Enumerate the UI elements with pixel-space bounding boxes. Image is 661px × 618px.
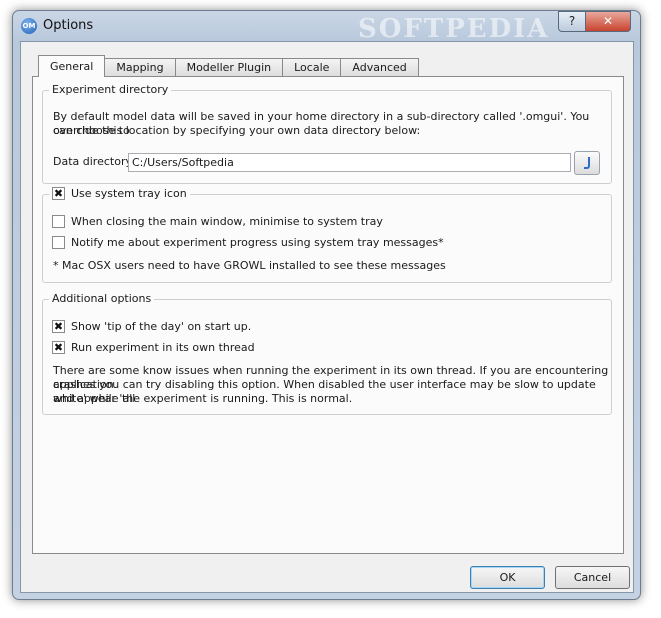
experiment-directory-description-2: override this location by specifying you… (53, 124, 421, 137)
tab-locale[interactable]: Locale (282, 58, 342, 77)
use-system-tray-label: Use system tray icon (71, 187, 187, 200)
run-in-own-thread-check-icon: ✖ (52, 341, 65, 354)
additional-options-legend: Additional options (49, 292, 155, 305)
tip-of-the-day-check-icon: ✖ (52, 320, 65, 333)
ok-button[interactable]: OK (470, 566, 545, 589)
growl-footnote: * Mac OSX users need to have GROWL insta… (53, 259, 446, 272)
tab-advanced[interactable]: Advanced (340, 58, 419, 77)
run-in-own-thread-label: Run experiment in its own thread (71, 341, 255, 354)
thread-note-3: white' while the experiment is running. … (53, 392, 353, 405)
tab-bar: General Mapping Modeller Plugin Locale A… (38, 55, 419, 77)
options-dialog: OM Options SOFTPEDIA ? ✕ General Mapping… (12, 10, 641, 600)
dialog-client-area: General Mapping Modeller Plugin Locale A… (20, 41, 634, 593)
notify-progress-checkbox[interactable]: Notify me about experiment progress usin… (52, 236, 444, 249)
data-directory-input[interactable]: C:/Users/Softpedia (128, 153, 571, 172)
folder-browse-icon (584, 157, 590, 169)
use-system-tray-check-icon: ✖ (52, 187, 65, 200)
help-button[interactable]: ? (558, 11, 586, 32)
title-bar[interactable]: OM Options SOFTPEDIA ? ✕ (13, 11, 640, 44)
close-button[interactable]: ✕ (585, 11, 631, 32)
notify-progress-label: Notify me about experiment progress usin… (71, 236, 444, 249)
app-icon: OM (21, 18, 37, 34)
minimise-to-tray-check-icon (52, 215, 65, 228)
tab-general[interactable]: General (38, 55, 106, 77)
minimise-to-tray-checkbox[interactable]: When closing the main window, minimise t… (52, 215, 383, 228)
use-system-tray-checkbox[interactable]: ✖ Use system tray icon (49, 187, 190, 200)
notify-progress-check-icon (52, 236, 65, 249)
watermark: SOFTPEDIA (358, 14, 550, 44)
system-tray-group: ✖ Use system tray icon When closing the … (42, 187, 612, 283)
experiment-directory-legend: Experiment directory (49, 83, 172, 96)
general-tab-panel: Experiment directory By default model da… (32, 76, 624, 554)
tab-modeller-plugin[interactable]: Modeller Plugin (174, 58, 284, 77)
tip-of-the-day-label: Show 'tip of the day' on start up. (71, 320, 252, 333)
data-directory-label: Data directory (53, 155, 132, 168)
window-title: Options (43, 18, 94, 33)
run-in-own-thread-checkbox[interactable]: ✖ Run experiment in its own thread (52, 341, 255, 354)
cancel-button[interactable]: Cancel (555, 566, 630, 589)
minimise-to-tray-label: When closing the main window, minimise t… (71, 215, 383, 228)
additional-options-group: Additional options ✖ Show 'tip of the da… (42, 292, 612, 415)
browse-button[interactable] (574, 151, 600, 175)
experiment-directory-group: Experiment directory By default model da… (42, 83, 612, 184)
tab-mapping[interactable]: Mapping (104, 58, 176, 77)
tip-of-the-day-checkbox[interactable]: ✖ Show 'tip of the day' on start up. (52, 320, 251, 333)
